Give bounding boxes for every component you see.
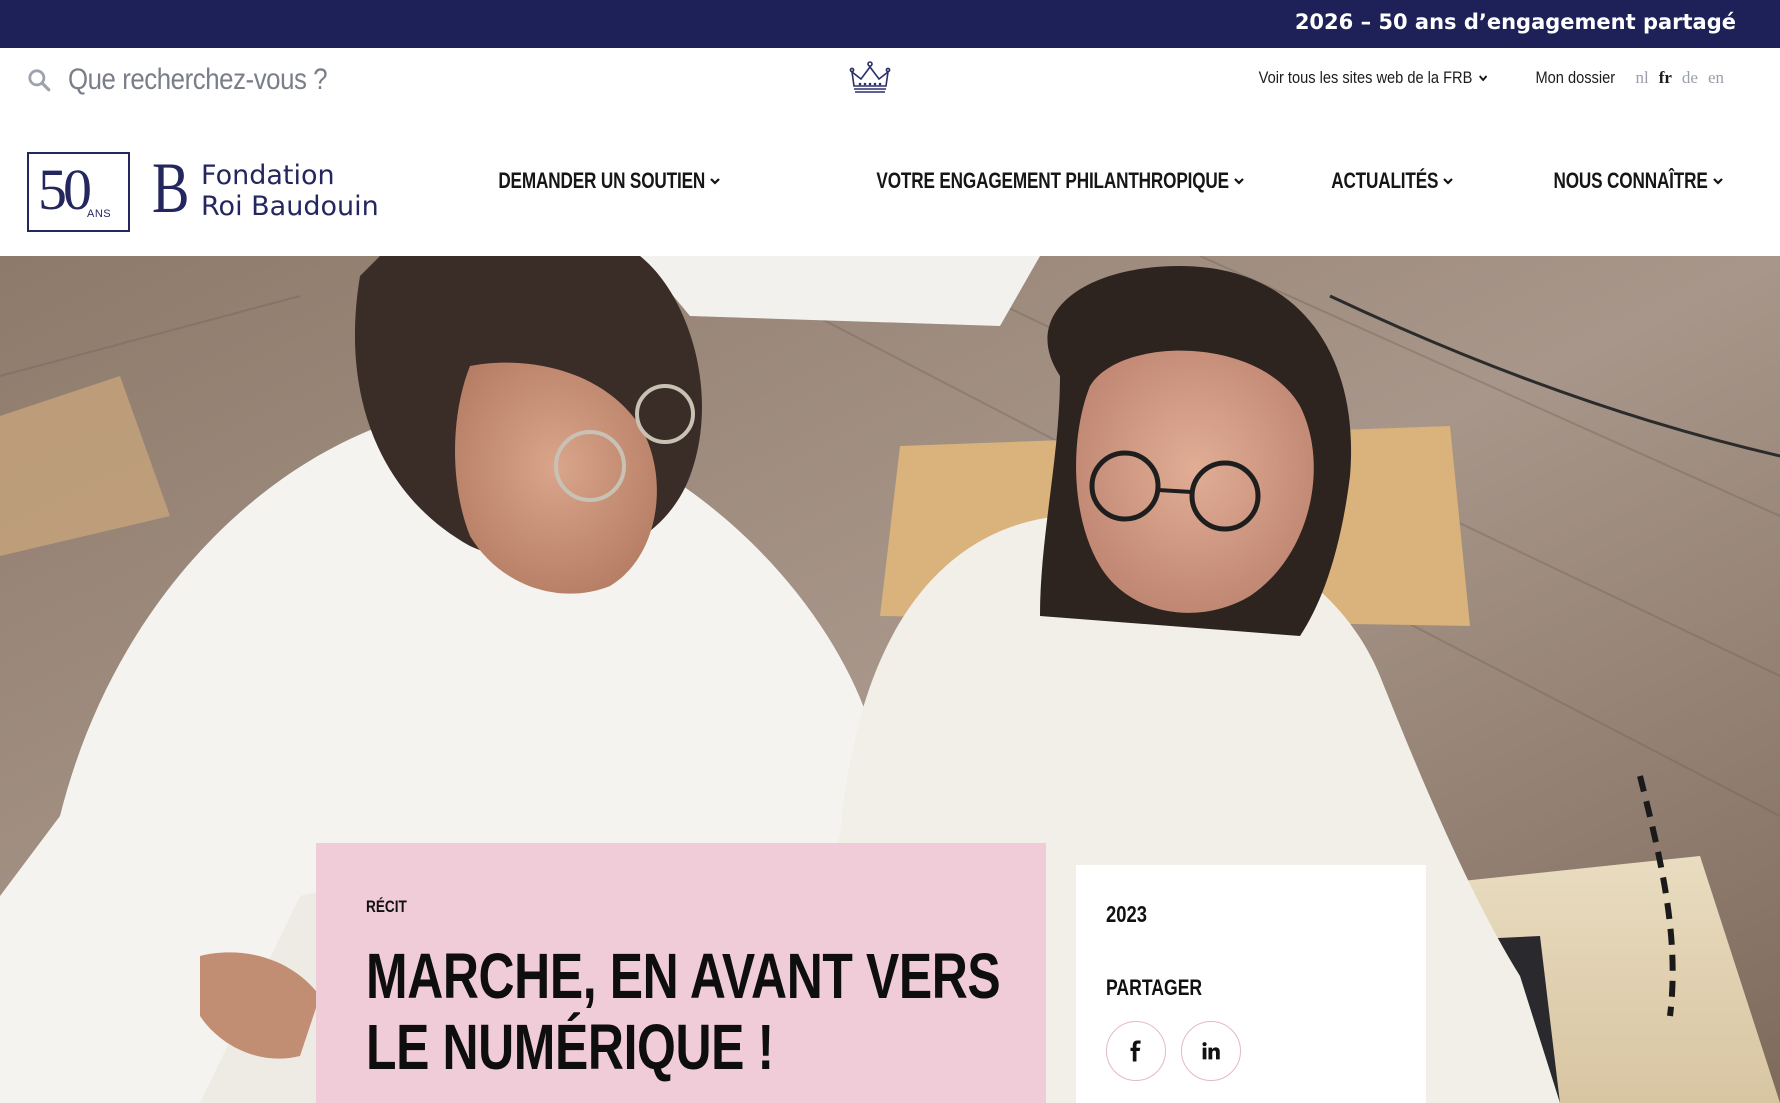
anniversary-number: 50	[38, 157, 92, 222]
share-facebook-button[interactable]	[1106, 1021, 1166, 1081]
nav-label: NOUS CONNAÎTRE	[1553, 168, 1708, 193]
chevron-down-icon	[1443, 178, 1454, 185]
frb-sites-dropdown[interactable]: Voir tous les sites web de la FRB	[1259, 68, 1488, 88]
logo-line-1: Fondation	[201, 160, 335, 191]
article-category: RÉCIT	[366, 897, 407, 916]
facebook-icon	[1130, 1040, 1141, 1062]
anniversary-logo[interactable]: 50 ANS	[27, 152, 130, 232]
anniversary-word: ANS	[87, 208, 112, 220]
share-label: PARTAGER	[1106, 975, 1203, 1000]
logo-line-2: Roi Baudouin	[201, 191, 379, 222]
article-year: 2023	[1106, 901, 1147, 927]
linkedin-icon	[1202, 1042, 1220, 1060]
share-linkedin-button[interactable]	[1181, 1021, 1241, 1081]
crown-icon	[849, 61, 891, 93]
article-meta-card: 2023 PARTAGER	[1076, 865, 1426, 1103]
mon-dossier-link[interactable]: Mon dossier	[1535, 68, 1615, 88]
search-box[interactable]	[26, 60, 446, 100]
nav-nous-connaitre[interactable]: NOUS CONNAÎTRE	[1510, 168, 1724, 194]
lang-fr[interactable]: fr	[1659, 68, 1672, 88]
site-header: 50 ANS B Fondation Roi Baudouin DEMANDER…	[0, 110, 1780, 256]
lang-nl[interactable]: nl	[1635, 68, 1648, 88]
search-icon[interactable]	[26, 67, 52, 93]
frb-sites-label: Voir tous les sites web de la FRB	[1258, 68, 1473, 87]
nav-label: ACTUALITÉS	[1331, 168, 1439, 193]
article-card: RÉCIT MARCHE, EN AVANT VERS LE NUMÉRIQUE…	[316, 843, 1046, 1103]
nav-demander-un-soutien[interactable]: DEMANDER UN SOUTIEN	[440, 168, 721, 194]
nav-engagement-philanthropique[interactable]: VOTRE ENGAGEMENT PHILANTHROPIQUE	[777, 168, 1245, 194]
utility-links: Voir tous les sites web de la FRB Mon do…	[1240, 68, 1724, 88]
chevron-down-icon	[1478, 75, 1488, 82]
announcement-bar: 2026 – 50 ans d’engagement partagé	[0, 0, 1780, 48]
chevron-down-icon	[1234, 178, 1244, 185]
nav-actualites[interactable]: ACTUALITÉS	[1301, 168, 1454, 194]
article-title: MARCHE, EN AVANT VERS LE NUMÉRIQUE !	[366, 940, 1001, 1083]
nav-label: VOTRE ENGAGEMENT PHILANTHROPIQUE	[876, 168, 1230, 193]
chevron-down-icon	[1713, 178, 1723, 185]
lang-de[interactable]: de	[1682, 68, 1698, 88]
lang-en[interactable]: en	[1708, 68, 1724, 88]
main-navigation: DEMANDER UN SOUTIEN VOTRE ENGAGEMENT PHI…	[384, 168, 1724, 194]
chevron-down-icon	[710, 178, 720, 185]
frb-logo-text[interactable]: Fondation Roi Baudouin	[201, 160, 379, 222]
nav-label: DEMANDER UN SOUTIEN	[498, 168, 706, 193]
frb-monogram[interactable]: B	[152, 152, 189, 224]
search-input[interactable]	[68, 63, 378, 97]
utility-bar: Voir tous les sites web de la FRB Mon do…	[0, 48, 1780, 110]
announcement-text[interactable]: 2026 – 50 ans d’engagement partagé	[1295, 10, 1736, 34]
